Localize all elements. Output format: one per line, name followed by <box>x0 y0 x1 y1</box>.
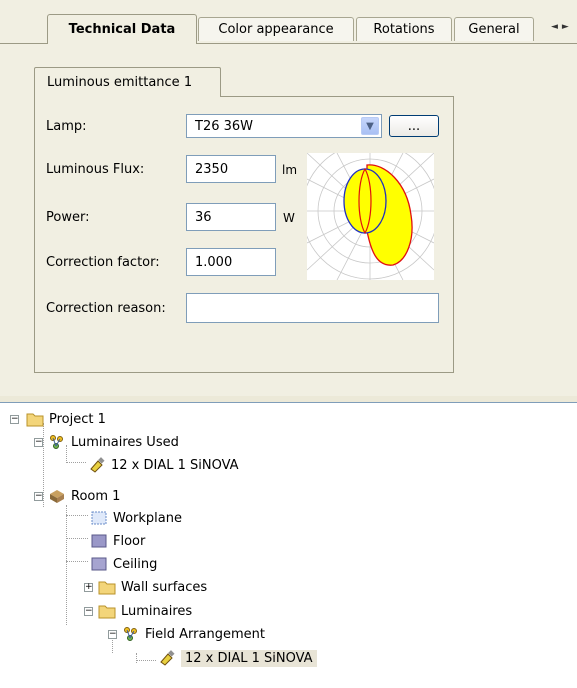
lamp-icon <box>90 457 105 473</box>
power-label: Power: <box>46 210 90 225</box>
tree-item-ceiling[interactable]: Ceiling <box>90 553 157 575</box>
lamp-label: Lamp: <box>46 119 87 134</box>
correction-factor-field[interactable]: 1.000 <box>186 248 276 276</box>
tree-item-label: Workplane <box>113 510 182 526</box>
project-tree: − Project 1 − Luminaires Used 12 x DIAL … <box>0 402 577 688</box>
room-icon <box>50 490 64 503</box>
expand-icon[interactable]: + <box>84 583 93 592</box>
lamp-select[interactable]: T26 36W ▼ <box>186 114 382 138</box>
luminous-flux-unit: lm <box>282 163 298 177</box>
tree-connector <box>66 561 88 562</box>
collapse-icon[interactable]: − <box>34 492 43 501</box>
tree-item-room[interactable]: Room 1 <box>48 485 120 507</box>
collapse-icon[interactable]: − <box>34 438 43 447</box>
correction-reason-label: Correction reason: <box>46 301 166 316</box>
tab-scroll-arrows: ◄ ► <box>551 18 577 36</box>
luminous-flux-label: Luminous Flux: <box>46 162 145 177</box>
folder-icon <box>26 413 44 427</box>
tab-bar: Technical Data Color appearance Rotation… <box>0 0 577 44</box>
ldc-curve-c0 <box>343 168 387 234</box>
tree-connector <box>136 653 137 663</box>
properties-panel: Technical Data Color appearance Rotation… <box>0 0 577 396</box>
luminous-flux-field[interactable]: 2350 <box>186 155 276 183</box>
collapse-icon[interactable]: − <box>108 630 117 639</box>
tree-item-label: Project 1 <box>49 411 106 427</box>
tree-item-luminaires[interactable]: Luminaires <box>98 600 192 622</box>
tab-color-appearance[interactable]: Color appearance <box>198 17 354 41</box>
lamp-icon <box>160 650 175 666</box>
collapse-icon[interactable]: − <box>10 415 19 424</box>
folder-icon <box>98 605 116 619</box>
luminaires-group-icon <box>50 435 63 449</box>
tab-technical-data[interactable]: Technical Data <box>47 14 197 44</box>
tree-connector <box>66 515 88 516</box>
tree-item-floor[interactable]: Floor <box>90 530 145 552</box>
workplane-icon <box>91 511 107 525</box>
chevron-down-icon[interactable]: ▼ <box>361 117 379 135</box>
tree-connector <box>66 538 88 539</box>
power-unit: W <box>283 211 295 225</box>
tree-connector <box>66 505 67 625</box>
tree-item-wall-surfaces[interactable]: Wall surfaces <box>98 576 207 598</box>
tree-item-workplane[interactable]: Workplane <box>90 507 182 529</box>
folder-icon <box>98 581 116 595</box>
tree-item-label: Ceiling <box>113 556 158 572</box>
tree-item-label: 12 x DIAL 1 SiNOVA <box>181 649 317 667</box>
tree-item-label: Room 1 <box>71 488 121 504</box>
tree-item-field-arrangement[interactable]: Field Arrangement <box>122 623 265 645</box>
floor-icon <box>91 534 107 548</box>
tree-item-label: 12 x DIAL 1 SiNOVA <box>111 457 239 473</box>
collapse-icon[interactable]: − <box>84 607 93 616</box>
tab-luminous-emittance-1[interactable]: Luminous emittance 1 <box>34 67 221 97</box>
tree-item-label: Wall surfaces <box>121 579 208 595</box>
scroll-left-icon[interactable]: ◄ <box>551 22 558 32</box>
tree-connector <box>43 423 44 507</box>
tree-connector <box>136 660 156 661</box>
light-distribution-diagram <box>307 153 434 280</box>
lamp-select-value: T26 36W <box>195 118 254 134</box>
tree-item-project[interactable]: Project 1 <box>26 408 106 430</box>
tree-item-label: Field Arrangement <box>145 626 265 642</box>
tree-item-luminaire-selected[interactable]: 12 x DIAL 1 SiNOVA <box>158 647 317 669</box>
tree-item-luminaires-used[interactable]: Luminaires Used <box>48 431 179 453</box>
luminaires-group-icon <box>124 627 137 641</box>
lamp-browse-button[interactable]: ... <box>389 115 439 137</box>
correction-reason-field[interactable] <box>186 293 439 323</box>
scroll-right-icon[interactable]: ► <box>562 22 569 32</box>
tree-item-luminaire[interactable]: 12 x DIAL 1 SiNOVA <box>88 454 239 476</box>
tab-rotations[interactable]: Rotations <box>356 17 452 41</box>
ceiling-icon <box>91 557 107 571</box>
tree-item-label: Floor <box>113 533 146 549</box>
correction-factor-label: Correction factor: <box>46 255 160 270</box>
power-field[interactable]: 36 <box>186 203 276 231</box>
tab-general[interactable]: General <box>454 17 534 41</box>
tree-item-label: Luminaires <box>121 603 193 619</box>
tree-connector <box>66 462 86 463</box>
tree-item-label: Luminaires Used <box>71 434 179 450</box>
